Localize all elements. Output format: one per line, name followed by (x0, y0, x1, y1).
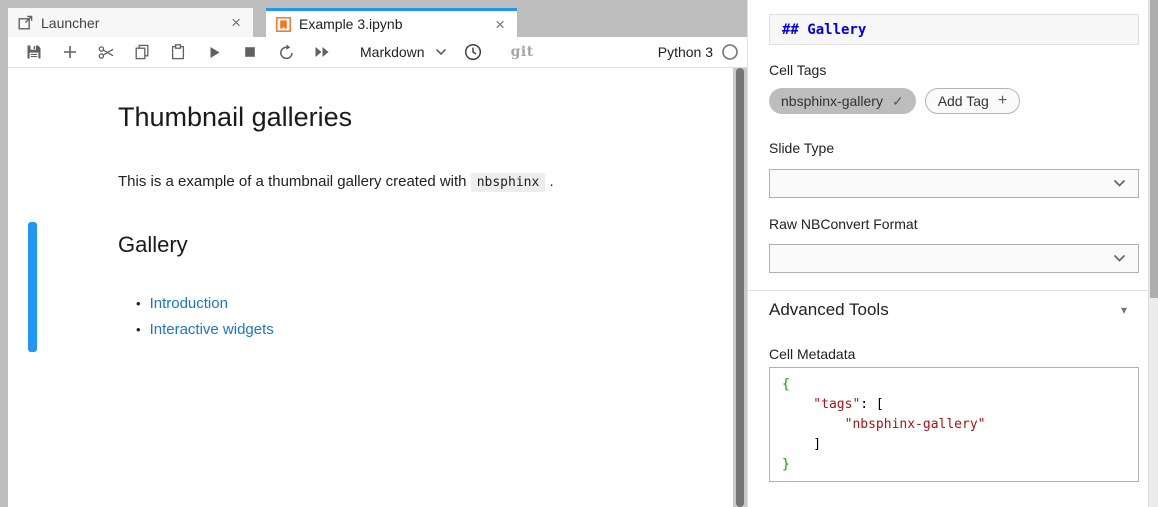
cell-tags-list: nbsphinx-gallery ✓ Add Tag + (769, 88, 1020, 114)
markdown-h1: Thumbnail galleries (118, 102, 352, 133)
tab-launcher-label: Launcher (41, 15, 229, 31)
notebook-toolbar: Markdown git Python 3 (8, 37, 747, 68)
tag-chip-nbsphinx-gallery[interactable]: nbsphinx-gallery ✓ (769, 88, 916, 114)
cell-metadata-editor[interactable]: { "tags": [ "nbsphinx-gallery" ] } (769, 367, 1139, 482)
inline-code: nbsphinx (471, 173, 546, 192)
raw-nbconvert-format-select[interactable] (769, 244, 1139, 273)
section-divider (748, 290, 1149, 291)
scrollbar-thumb[interactable] (736, 68, 744, 507)
bullet-icon: • (136, 296, 141, 311)
tab-notebook[interactable]: Example 3.ipynb × (266, 8, 517, 37)
main-dock-panel: Launcher × Example 3.ipynb × (8, 0, 747, 507)
notebook-content: Thumbnail galleries This is a example of… (8, 68, 733, 507)
notebook-scrollbar[interactable] (733, 68, 747, 507)
markdown-h2: Gallery (118, 232, 188, 258)
cell-source-preview[interactable]: ## Gallery (769, 14, 1139, 45)
restart-kernel-button[interactable] (274, 40, 298, 64)
markdown-paragraph: This is a example of a thumbnail gallery… (118, 173, 554, 190)
add-tag-button[interactable]: Add Tag + (925, 88, 1020, 114)
kernel-indicator[interactable]: Python 3 (658, 43, 739, 61)
kernel-name: Python 3 (658, 44, 713, 60)
save-button[interactable] (22, 40, 46, 64)
run-cell-button[interactable] (202, 40, 226, 64)
chevron-down-icon (435, 48, 447, 56)
paste-cells-button[interactable] (166, 40, 190, 64)
advanced-tools-label: Advanced Tools (769, 300, 1121, 320)
panel-scrollbar[interactable] (1148, 0, 1158, 507)
list-item: • Introduction (136, 290, 274, 316)
kernel-status-icon (721, 43, 739, 61)
tab-bar: Launcher × Example 3.ipynb × (8, 0, 747, 37)
metadata-line: } (782, 455, 1126, 475)
run-all-cells-button[interactable] (310, 40, 334, 64)
slide-type-label: Slide Type (769, 140, 834, 156)
check-icon: ✓ (892, 93, 904, 110)
metadata-line: { (782, 375, 1126, 395)
property-inspector-panel: ## Gallery Cell Tags nbsphinx-gallery ✓ … (747, 0, 1158, 507)
cut-cells-button[interactable] (94, 40, 118, 64)
plus-icon: + (998, 92, 1007, 110)
selected-cell-indicator[interactable] (28, 222, 37, 352)
add-tag-label: Add Tag (938, 93, 989, 109)
advanced-tools-header[interactable]: Advanced Tools ▾ (769, 300, 1139, 320)
gallery-link-list: • Introduction • Interactive widgets (136, 290, 274, 342)
slide-type-select[interactable] (769, 169, 1139, 198)
link-interactive-widgets[interactable]: Interactive widgets (150, 321, 274, 338)
list-item: • Interactive widgets (136, 316, 274, 342)
insert-cell-button[interactable] (58, 40, 82, 64)
paragraph-period: . (549, 173, 553, 190)
cell-source-text: ## Gallery (782, 22, 866, 38)
clock-icon[interactable] (461, 40, 485, 64)
launcher-icon (18, 15, 33, 30)
notebook-icon (276, 17, 291, 32)
tag-label: nbsphinx-gallery (781, 93, 883, 109)
metadata-line: "tags": [ (782, 395, 1126, 415)
cell-tags-label: Cell Tags (769, 62, 826, 78)
copy-cells-button[interactable] (130, 40, 154, 64)
left-panel-edge (0, 0, 8, 507)
cell-type-dropdown[interactable]: Markdown (360, 44, 447, 60)
raw-nbconvert-format-label: Raw NBConvert Format (769, 216, 918, 232)
tab-notebook-label: Example 3.ipynb (299, 16, 493, 32)
tab-launcher[interactable]: Launcher × (8, 8, 253, 37)
close-icon[interactable]: × (493, 16, 507, 33)
interrupt-kernel-button[interactable] (238, 40, 262, 64)
chevron-down-icon (1113, 254, 1126, 263)
paragraph-text: This is a example of a thumbnail gallery… (118, 173, 467, 190)
close-icon[interactable]: × (229, 14, 243, 31)
metadata-line: ] (782, 435, 1126, 455)
cell-type-value: Markdown (360, 44, 425, 60)
caret-down-icon: ▾ (1121, 303, 1127, 317)
metadata-line: "nbsphinx-gallery" (782, 415, 1126, 435)
scrollbar-thumb[interactable] (1150, 0, 1158, 298)
git-status-label: git (511, 44, 534, 60)
jupyterlab-window: Launcher × Example 3.ipynb × (0, 0, 1158, 507)
chevron-down-icon (1113, 179, 1126, 188)
link-introduction[interactable]: Introduction (150, 295, 228, 312)
bullet-icon: • (136, 322, 141, 337)
cell-metadata-label: Cell Metadata (769, 346, 855, 362)
